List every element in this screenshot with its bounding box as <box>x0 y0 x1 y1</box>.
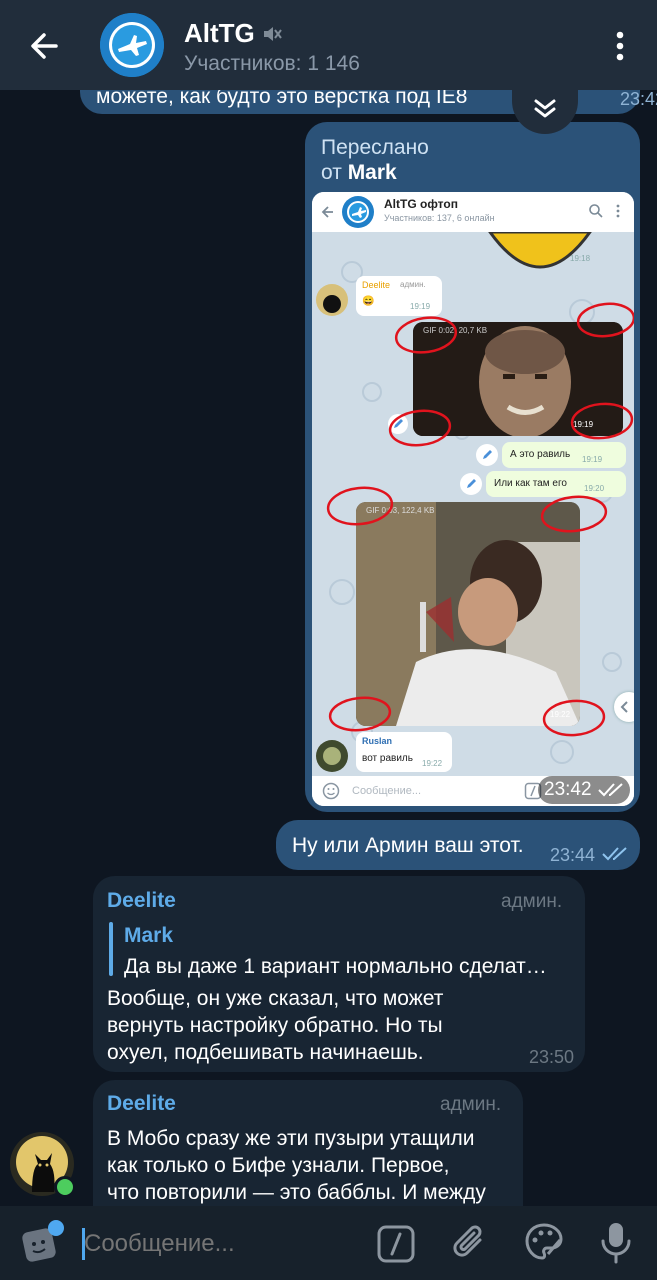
more-menu-icon <box>616 204 620 218</box>
group-avatar[interactable] <box>100 13 164 77</box>
pencil-icon <box>476 444 498 466</box>
screenshot-chat-title: AltTG офтоп <box>384 197 458 211</box>
attach-icon[interactable] <box>450 1222 490 1264</box>
message-bubble-in[interactable]: Deelite админ. Mark Да вы даже 1 вариант… <box>93 876 585 1072</box>
message-line-2: как только о Бифе узнали. Первое, <box>107 1154 450 1177</box>
sender-name[interactable]: Deelite <box>107 1092 176 1116</box>
message-line-1: В Мобо сразу же эти пузыри утащили <box>107 1127 475 1150</box>
forwarded-author[interactable]: Mark <box>348 161 397 184</box>
online-indicator <box>54 1176 76 1198</box>
message-time: 23:44 <box>550 845 596 865</box>
screenshot-msg-a: А это равиль 19:19 <box>502 442 626 468</box>
emoji-icon <box>322 782 340 800</box>
chat-title[interactable]: AltTG <box>184 18 255 49</box>
cat-avatar-small <box>316 284 348 316</box>
forwarded-label: Переслано <box>321 136 429 159</box>
forwarded-from-label: от <box>321 161 342 184</box>
admin-badge: админ. <box>440 1094 502 1115</box>
chat-subtitle: Участников: 1 146 <box>184 52 360 75</box>
sticker-image <box>488 232 592 269</box>
screenshot-header: AltTG офтоп Участников: 137, 6 онлайн <box>312 192 634 232</box>
sticker-button[interactable] <box>20 1220 64 1266</box>
gif-preview-1: GIF 0:02, 20,7 KB 19:19 <box>413 322 623 436</box>
screenshot-msg-b: Или как там его 19:20 <box>486 471 626 497</box>
back-arrow-icon[interactable] <box>22 24 66 68</box>
scroll-to-bottom-button[interactable] <box>512 78 578 134</box>
message-bubble-out[interactable]: Ну или Армин ваш этот. 23:44 <box>276 820 640 870</box>
message-line-2: вернуть настройку обратно. Но ты <box>107 1014 443 1037</box>
double-chevron-down-icon <box>534 99 556 118</box>
message-input-bar <box>0 1206 657 1280</box>
bot-command-icon[interactable] <box>376 1224 416 1264</box>
microphone-icon[interactable] <box>598 1220 634 1266</box>
message-time: 23:42 <box>544 779 592 800</box>
message-line-3: охуел, подбешивать начинаешь. <box>107 1041 424 1064</box>
palette-icon[interactable] <box>522 1220 566 1264</box>
pencil-icon <box>460 473 482 495</box>
screenshot-chat-subtitle: Участников: 137, 6 онлайн <box>384 213 495 223</box>
back-arrow-icon <box>321 206 333 218</box>
notification-dot <box>48 1220 64 1236</box>
screenshot-time: 19:18 <box>570 254 591 263</box>
screenshot-deelite-bubble: Deelite админ. 😄 19:19 <box>356 276 442 316</box>
chat-header: AltTG Участников: 1 146 <box>0 0 657 90</box>
chevron-left-icon <box>620 701 628 713</box>
ruslan-avatar-small <box>316 740 348 772</box>
gif-preview-2: GIF 0:03, 122,4 KB 19:22 <box>356 502 580 726</box>
sender-avatar[interactable] <box>10 1132 76 1198</box>
double-check-icon <box>602 847 627 861</box>
message-input[interactable] <box>84 1224 344 1264</box>
message-line-1: Вообще, он уже сказал, что может <box>107 987 444 1010</box>
message-time: 23:42 <box>620 89 657 109</box>
double-check-icon <box>598 783 623 797</box>
more-menu-icon[interactable] <box>606 28 634 64</box>
admin-badge: админ. <box>501 891 563 912</box>
screenshot-side-button <box>614 692 634 722</box>
message-text: Ну или Армин ваш этот. <box>292 834 524 857</box>
reply-quote-bar <box>109 922 113 976</box>
muted-icon <box>263 26 282 41</box>
message-time: 23:50 <box>529 1047 575 1067</box>
forwarded-time-badge: 23:42 <box>538 776 630 804</box>
jet-icon <box>100 13 164 77</box>
search-icon <box>589 204 603 218</box>
screenshot-ruslan-bubble: Ruslan вот равиль 19:22 <box>356 732 452 772</box>
message-line-3: что повторили — это бабблы. И между <box>107 1181 486 1204</box>
pencil-icon <box>388 414 408 434</box>
reply-text[interactable]: Да вы даже 1 вариант нормально сделат… <box>124 955 547 979</box>
group-avatar-small <box>342 196 374 228</box>
reply-author[interactable]: Mark <box>124 924 173 948</box>
forwarded-screenshot[interactable]: AltTG офтоп Участников: 137, 6 онлайн 19… <box>312 192 634 806</box>
sender-name[interactable]: Deelite <box>107 889 176 913</box>
